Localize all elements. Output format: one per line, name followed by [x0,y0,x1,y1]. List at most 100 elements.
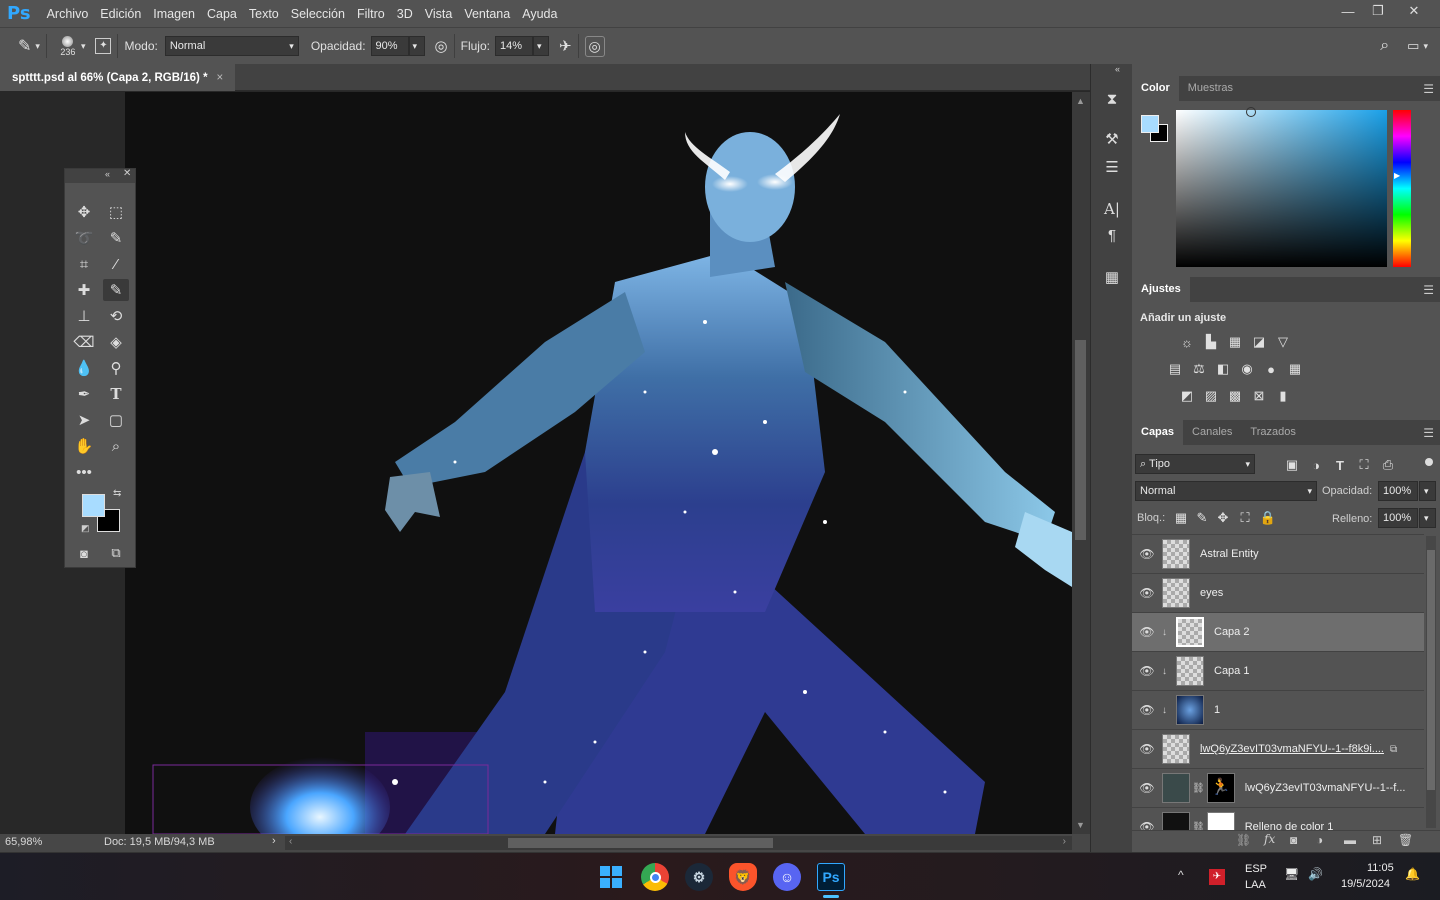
zoom-tool-icon[interactable]: ⌕ [103,435,129,457]
new-group-folder-icon[interactable]: ▬ [1344,833,1356,847]
layer-opacity-input[interactable]: 100% [1378,481,1418,501]
posterize-icon[interactable]: ▨ [1202,388,1220,404]
tab-canales[interactable]: Canales [1183,420,1241,445]
restore-button[interactable]: ❐ [1362,0,1394,22]
mode-select[interactable]: Normal ▾ [164,36,299,56]
canvas-vertical-scrollbar[interactable]: ▲ ▼ [1072,92,1090,834]
filter-type-icon[interactable]: T [1331,457,1349,473]
scroll-up-icon[interactable]: ▲ [1076,96,1085,106]
tab-ajustes[interactable]: Ajustes [1132,277,1190,302]
color-lookup-icon[interactable]: ▦ [1286,361,1304,377]
horizontal-scroll-thumb[interactable] [508,838,773,848]
menu-edicion[interactable]: Edición [94,7,147,21]
path-selection-tool-icon[interactable]: ➤ [71,409,97,431]
menu-filtro[interactable]: Filtro [351,7,391,21]
opacity-input[interactable]: 90% [370,36,409,56]
collapse-icon[interactable]: « [105,169,110,179]
levels-icon[interactable]: ▙ [1202,334,1220,350]
chevron-down-icon[interactable]: ▾ [35,41,40,52]
quick-mask-icon[interactable]: ◙ [71,542,97,564]
color-field[interactable] [1176,110,1387,267]
tray-app-icon[interactable]: ✈ [1209,869,1225,885]
show-hidden-icons-chevron-icon[interactable]: ^ [1178,868,1184,882]
photo-filter-icon[interactable]: ◉ [1238,361,1256,377]
layer-mask-thumbnail[interactable]: 🏃 [1206,773,1235,803]
swap-colors-icon[interactable]: ⇆ [113,488,121,499]
canvas-horizontal-scrollbar[interactable]: ‹ › [285,836,1072,850]
search-icon[interactable]: ⌕ [1380,37,1389,55]
history-panel-icon[interactable]: ⧗ [1101,88,1123,110]
marquee-tool-icon[interactable]: ⬚ [103,201,129,223]
layer-opacity-dropdown[interactable]: ▾ [1419,481,1436,501]
move-tool-icon[interactable]: ✥ [71,201,97,223]
opacity-dropdown[interactable]: ▾ [408,36,425,56]
vertical-scroll-thumb[interactable] [1075,340,1086,540]
visibility-eye-icon[interactable]: 👁 [1132,586,1162,600]
brave-icon[interactable]: 🦁 [729,863,757,891]
layer-style-fx-icon[interactable]: fx [1264,832,1275,846]
lock-image-icon[interactable]: ✎ [1193,510,1211,526]
close-window-button[interactable]: ✕ [1398,0,1430,22]
clock-time[interactable]: 11:05 [1367,862,1394,874]
menu-ayuda[interactable]: Ayuda [516,7,563,21]
tab-color[interactable]: Color [1132,76,1179,101]
scroll-down-icon[interactable]: ▼ [1076,820,1085,830]
brush-settings-panel-icon[interactable]: ⚒ [1101,128,1123,150]
screen-mode-icon[interactable]: ⧉ [103,542,129,564]
filter-pixel-icon[interactable]: ▣ [1283,457,1301,473]
filter-smart-object-icon[interactable]: ⎙ [1379,457,1397,473]
color-picker-cursor[interactable] [1246,107,1256,117]
canvas-area[interactable] [0,92,1072,834]
notifications-bell-icon[interactable]: 🔔 [1405,867,1420,881]
paragraph-panel-icon[interactable]: ¶ [1101,224,1123,246]
brush-tool-icon[interactable]: ✎ [18,36,31,56]
color-balance-icon[interactable]: ⚖ [1190,361,1208,377]
photoshop-taskbar-icon[interactable]: Ps [817,863,845,891]
visibility-eye-icon[interactable]: 👁 [1132,547,1162,561]
layers-scroll-thumb[interactable] [1427,550,1435,790]
fill-dropdown[interactable]: ▾ [1419,508,1436,528]
layer-row[interactable]: 👁 lwQ6yZ3evIT03vmaNFYU--1--f8k9i.... ⧉ [1132,730,1424,769]
zoom-level[interactable]: 65,98% [5,836,42,848]
new-adjustment-layer-icon[interactable]: ◑ [1316,833,1323,847]
fill-input[interactable]: 100% [1378,508,1418,528]
character-panel-icon[interactable]: A| [1101,198,1123,220]
delete-layer-trash-icon[interactable]: 🗑 [1398,833,1413,847]
history-brush-tool-icon[interactable]: ⟲ [103,305,129,327]
close-panel-icon[interactable]: ✕ [123,168,131,179]
glyphs-panel-icon[interactable]: ▦ [1101,266,1123,288]
volume-icon[interactable]: 🔊 [1308,867,1323,881]
chrome-icon[interactable] [641,863,669,891]
airbrush-icon[interactable]: ✈ [559,37,572,55]
menu-archivo[interactable]: Archivo [41,7,95,21]
chevron-down-icon[interactable]: ▾ [1423,41,1428,52]
tab-swatches[interactable]: Muestras [1179,76,1242,101]
selective-color-icon[interactable]: ⊠ [1250,388,1268,404]
clone-stamp-tool-icon[interactable]: ⊥ [71,305,97,327]
menu-imagen[interactable]: Imagen [147,7,201,21]
quick-selection-tool-icon[interactable]: ✎ [103,227,129,249]
pressure-opacity-icon[interactable]: ◎ [435,37,448,55]
eyedropper-tool-icon[interactable]: ⁄ [103,253,129,275]
hue-slider[interactable] [1393,110,1411,267]
tab-trazados[interactable]: Trazados [1241,420,1304,445]
hue-slider-arrow-icon[interactable]: ▶ [1394,171,1400,180]
black-white-icon[interactable]: ◧ [1214,361,1232,377]
layer-filter-select[interactable]: ⌕ Tipo ▾ [1135,454,1255,474]
more-tools-icon[interactable]: ••• [71,461,97,483]
lock-transparent-icon[interactable]: ▦ [1172,510,1190,526]
new-layer-icon[interactable]: ⊞ [1372,833,1382,847]
visibility-eye-icon[interactable]: 👁 [1132,742,1162,756]
menu-capa[interactable]: Capa [201,7,243,21]
mask-link-icon[interactable]: ⛓ [1192,783,1205,794]
panel-menu-icon[interactable]: ☰ [1423,82,1434,96]
chevron-down-icon[interactable]: ▾ [81,41,86,52]
blend-mode-select[interactable]: Normal ▾ [1135,481,1317,501]
panel-menu-icon[interactable]: ☰ [1423,426,1434,440]
visibility-eye-icon[interactable]: 👁 [1132,625,1162,639]
visibility-eye-icon[interactable]: 👁 [1132,664,1162,678]
layer-row[interactable]: 👁 ↓ Capa 1 [1132,652,1424,691]
vibrance-icon[interactable]: ▽ [1274,334,1292,350]
default-colors-icon[interactable]: ◩ [81,523,90,534]
channel-mixer-icon[interactable]: ● [1262,361,1280,377]
